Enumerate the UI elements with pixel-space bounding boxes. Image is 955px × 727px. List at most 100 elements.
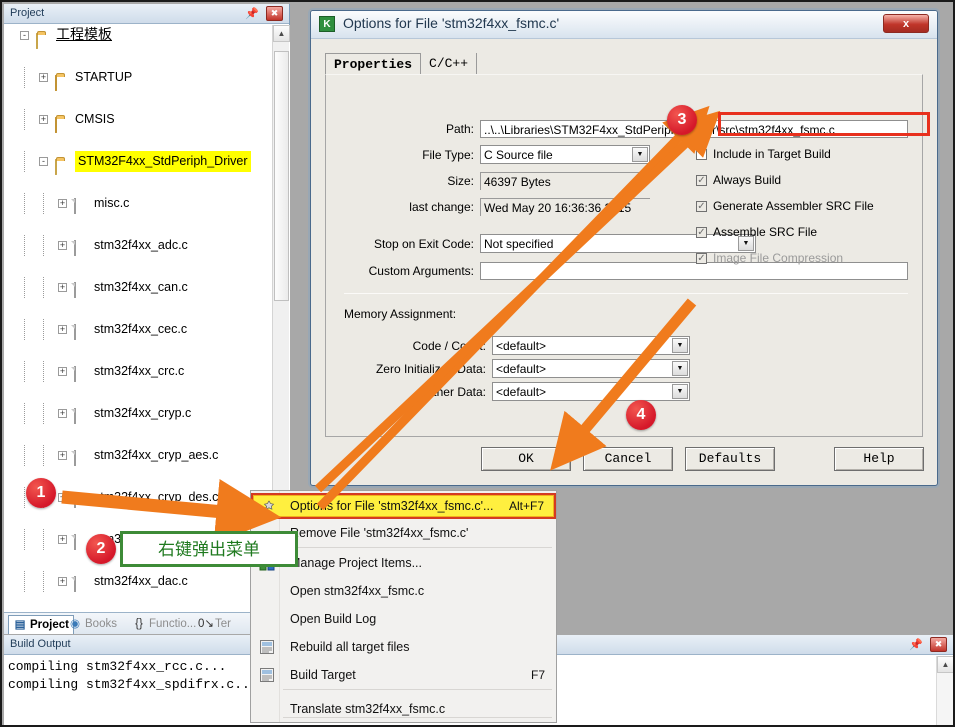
custom-arguments-label: Custom Arguments: xyxy=(368,264,474,278)
context-menu-item[interactable]: Options for File 'stm32f4xx_fsmc.c'... Al… xyxy=(251,493,556,519)
close-icon[interactable]: ✖ xyxy=(930,637,947,652)
memory-assignment-label: Memory Assignment: xyxy=(344,307,457,321)
pin-icon[interactable]: 📌 xyxy=(245,7,259,20)
checkbox-label: Generate Assembler SRC File xyxy=(713,199,874,213)
tree-item[interactable]: + STARTUP xyxy=(4,67,269,91)
context-menu-item-accelerator: F7 xyxy=(530,668,545,682)
tab-c-cpp[interactable]: C/C++ xyxy=(421,53,478,75)
expand-icon[interactable]: + xyxy=(58,451,67,460)
tree-item[interactable]: + stm32f4xx_cec.c xyxy=(4,319,269,340)
tree-item-label: stm32f4xx_cryp_des.c xyxy=(94,490,219,504)
tree-connector xyxy=(24,571,25,592)
tree-item[interactable]: + stm32f4xx_crc.c xyxy=(4,361,269,382)
close-icon[interactable]: ✖ xyxy=(266,6,283,21)
scroll-up-icon[interactable]: ▲ xyxy=(273,25,290,42)
tree-item[interactable]: + stm32f4xx_adc.c xyxy=(4,235,269,256)
file-context-menu: Options for File 'stm32f4xx_fsmc.c'... Al… xyxy=(250,490,557,723)
expand-icon[interactable]: + xyxy=(58,493,67,502)
project-tree-scroll: - 工程模板 + STARTUP + CMSIS - STM32F4xx_StdPeriph_… xyxy=(4,25,290,614)
last-change-value: Wed May 20 16:36:36 2015 xyxy=(480,198,650,216)
defaults-button[interactable]: Defaults xyxy=(685,447,775,471)
tree-connector xyxy=(24,361,25,382)
dialog-tabs: Properties C/C++ xyxy=(325,53,478,75)
path-label: Path: xyxy=(445,122,474,136)
tab-properties[interactable]: Properties xyxy=(325,53,422,75)
build-output-scrollbar[interactable]: ▲ xyxy=(936,656,953,725)
tree-connector xyxy=(24,319,25,340)
collapse-icon[interactable]: - xyxy=(39,157,48,166)
tree-item[interactable]: + stm32f4xx_can.c xyxy=(4,277,269,298)
scroll-up-icon[interactable]: ▲ xyxy=(937,656,953,673)
dialog-close-button[interactable]: x xyxy=(883,14,929,33)
scroll-thumb[interactable] xyxy=(274,51,289,301)
tree-connector xyxy=(24,403,25,424)
panel-tab-label: Functio... xyxy=(149,618,197,630)
tree-item-label: 工程模板 xyxy=(56,27,112,43)
file-icon xyxy=(74,406,76,427)
ok-button[interactable]: OK xyxy=(481,447,571,471)
tree-item[interactable]: + stm32f4xx_dac.c xyxy=(4,571,269,592)
panel-tab-ter[interactable]: 0↘Ter xyxy=(194,615,235,634)
context-menu-item-label: Open Build Log xyxy=(290,612,377,626)
pin-icon[interactable]: 📌 xyxy=(909,638,923,651)
context-menu-item[interactable]: Open Build Log xyxy=(252,607,555,631)
context-menu-item[interactable]: Open stm32f4xx_fsmc.c xyxy=(252,579,555,603)
tree-item[interactable]: + stm32f4xx_cryp_aes.c xyxy=(4,445,269,466)
project-panel-title: Project xyxy=(10,7,45,19)
expand-icon[interactable]: + xyxy=(58,535,67,544)
context-menu-item[interactable]: Rebuild all target files xyxy=(252,635,555,659)
tree-connector xyxy=(43,319,44,340)
expand-icon[interactable]: + xyxy=(39,73,48,82)
tree-item[interactable]: - STM32F4xx_StdPeriph_Driver xyxy=(4,151,269,175)
panel-tab-books[interactable]: ◉ Books xyxy=(64,615,121,634)
tree-connector xyxy=(24,109,25,130)
expand-icon[interactable]: + xyxy=(58,367,67,376)
checkbox-box[interactable]: ✓ xyxy=(696,201,707,212)
tree-item[interactable]: + CMSIS xyxy=(4,109,269,133)
tree-connector xyxy=(24,151,25,172)
annotation-badge-2: 2 xyxy=(86,534,116,564)
help-button[interactable]: Help xyxy=(834,447,924,471)
project-panel-tabs: ▤ Project ◉ Books{} Functio... 0↘Ter xyxy=(4,612,290,634)
collapse-icon[interactable]: - xyxy=(20,31,29,40)
file-icon xyxy=(74,364,76,385)
chevron-down-icon[interactable]: ▼ xyxy=(672,338,688,353)
project-icon: ▤ xyxy=(14,619,26,631)
tree-item[interactable]: - 工程模板 xyxy=(4,25,269,49)
checkbox-label: Image File Compression xyxy=(713,251,844,265)
expand-icon[interactable]: + xyxy=(58,199,67,208)
options-for-file-dialog: K Options for File 'stm32f4xx_fsmc.c' x … xyxy=(310,10,938,486)
zero-initialized-data-combo[interactable]: <default> ▼ xyxy=(492,359,690,378)
checkbox-box[interactable]: ✓ xyxy=(696,227,707,238)
expand-icon[interactable]: + xyxy=(58,325,67,334)
expand-icon[interactable]: + xyxy=(58,283,67,292)
panel-tab-functio[interactable]: {} Functio... xyxy=(128,615,200,634)
checkbox-box[interactable] xyxy=(696,149,707,160)
tree-item[interactable]: + misc.c xyxy=(4,193,269,214)
context-menu-item[interactable]: Build Target F7 xyxy=(252,663,555,687)
expand-icon[interactable]: + xyxy=(39,115,48,124)
expand-icon[interactable]: + xyxy=(58,577,67,586)
tree-connector xyxy=(43,571,44,592)
annotation-note-box: 右键弹出菜单 xyxy=(120,531,298,567)
build-output-title: Build Output xyxy=(10,638,71,650)
tree-connector xyxy=(24,487,25,508)
other-data-combo[interactable]: <default> ▼ xyxy=(492,382,690,401)
expand-icon[interactable]: + xyxy=(58,409,67,418)
panel-tab-label: Ter xyxy=(215,618,231,630)
expand-icon[interactable]: + xyxy=(58,241,67,250)
chevron-down-icon[interactable]: ▼ xyxy=(672,384,688,399)
tree-item-label: stm32f4xx_can.c xyxy=(94,280,188,294)
code-const-combo[interactable]: <default> ▼ xyxy=(492,336,690,355)
tree-item[interactable]: + stm32f4xx_cryp.c xyxy=(4,403,269,424)
chevron-down-icon[interactable]: ▼ xyxy=(632,147,648,162)
custom-arguments-input[interactable] xyxy=(480,262,908,280)
other-data-value: <default> xyxy=(496,385,547,399)
file-icon xyxy=(74,280,76,301)
chevron-down-icon[interactable]: ▼ xyxy=(672,361,688,376)
checkbox-box[interactable]: ✓ xyxy=(696,175,707,186)
code-const-value: <default> xyxy=(496,339,547,353)
context-menu-item-label: Options for File 'stm32f4xx_fsmc.c'... xyxy=(290,499,494,513)
cancel-button[interactable]: Cancel xyxy=(583,447,673,471)
file-type-combo[interactable]: C Source file ▼ xyxy=(480,145,650,164)
